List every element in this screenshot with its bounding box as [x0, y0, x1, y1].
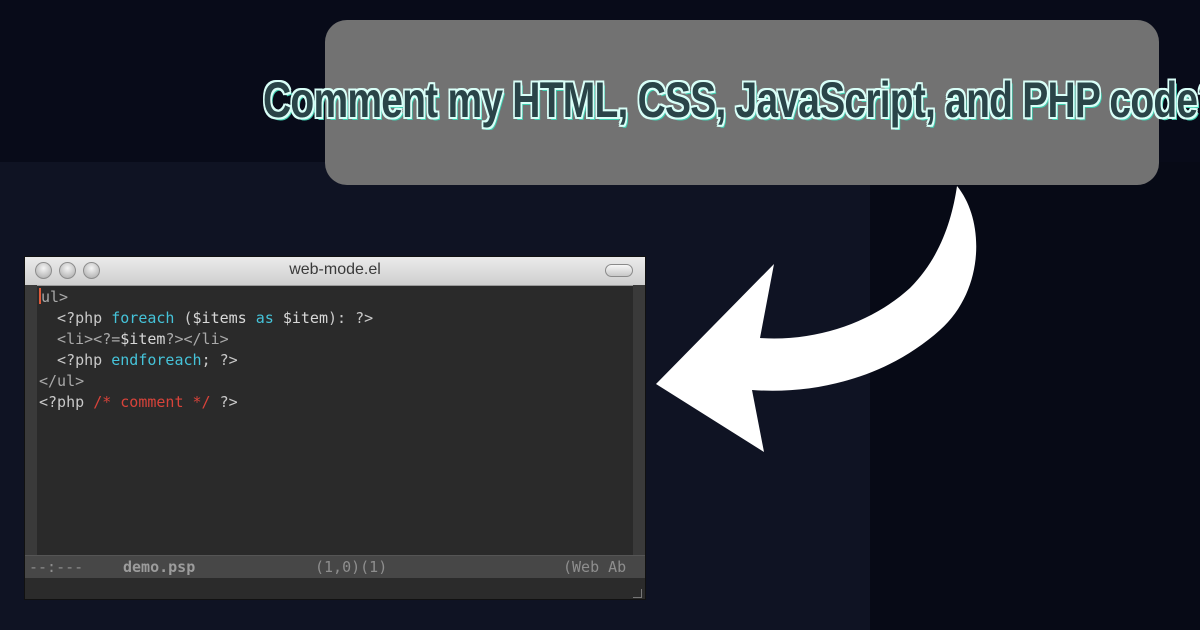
- code-token: ): ?>: [328, 309, 374, 327]
- code-token: <?php: [39, 309, 112, 327]
- code-token: endforeach: [111, 351, 202, 369]
- code-token: as: [246, 309, 283, 327]
- code-token: <?php: [39, 393, 94, 411]
- code-line: <?php foreach ($items as $item): ?>: [39, 308, 373, 329]
- toolbar-toggle-icon[interactable]: [605, 264, 633, 277]
- code-token: /* comment */: [93, 393, 211, 411]
- minibuffer[interactable]: [25, 578, 645, 599]
- code-token: (: [174, 309, 193, 327]
- speech-bubble: Comment my HTML, CSS, JavaScript, and PH…: [263, 20, 1200, 185]
- resize-grip-icon[interactable]: [633, 589, 642, 598]
- code-token: ?>: [210, 393, 238, 411]
- code-token: $item: [120, 330, 166, 348]
- editor-window: web-mode.el ul> <?php foreach ($items as…: [24, 256, 646, 600]
- modeline-status: --:---: [29, 558, 84, 576]
- curved-arrow-icon: [656, 186, 977, 452]
- code-token: <li><?=: [39, 330, 121, 348]
- window-title: web-mode.el: [289, 261, 381, 278]
- code-token: </ul>: [39, 372, 85, 390]
- code-token: ul>: [41, 288, 69, 306]
- code-buffer[interactable]: ul> <?php foreach ($items as $item): ?> …: [39, 287, 373, 413]
- code-line: <?php endforeach; ?>: [39, 350, 373, 371]
- modeline-major-mode: (Web Ab: [563, 558, 627, 576]
- code-line: <li><?=$item?></li>: [39, 329, 373, 350]
- right-fringe: [633, 285, 645, 555]
- window-titlebar[interactable]: web-mode.el: [25, 257, 645, 286]
- code-token: $item: [282, 309, 328, 327]
- page: Comment my HTML, CSS, JavaScript, and PH…: [0, 0, 1200, 630]
- modeline-buffer-name: demo.psp: [123, 558, 196, 576]
- code-token: <?php: [39, 351, 112, 369]
- banner-heading: Comment my HTML, CSS, JavaScript, and PH…: [263, 71, 1200, 128]
- code-line: <?php /* comment */ ?>: [39, 392, 373, 413]
- modeline-position: (1,0)(1): [315, 558, 388, 576]
- code-token: foreach: [111, 309, 175, 327]
- code-token: ?></li>: [165, 330, 229, 348]
- code-token: ; ?>: [201, 351, 238, 369]
- code-line: ul>: [39, 287, 373, 308]
- code-line: </ul>: [39, 371, 373, 392]
- left-fringe: [25, 285, 37, 555]
- code-token: $items: [192, 309, 247, 327]
- mode-line: --:--- demo.psp (1,0)(1) (Web Ab: [25, 555, 645, 578]
